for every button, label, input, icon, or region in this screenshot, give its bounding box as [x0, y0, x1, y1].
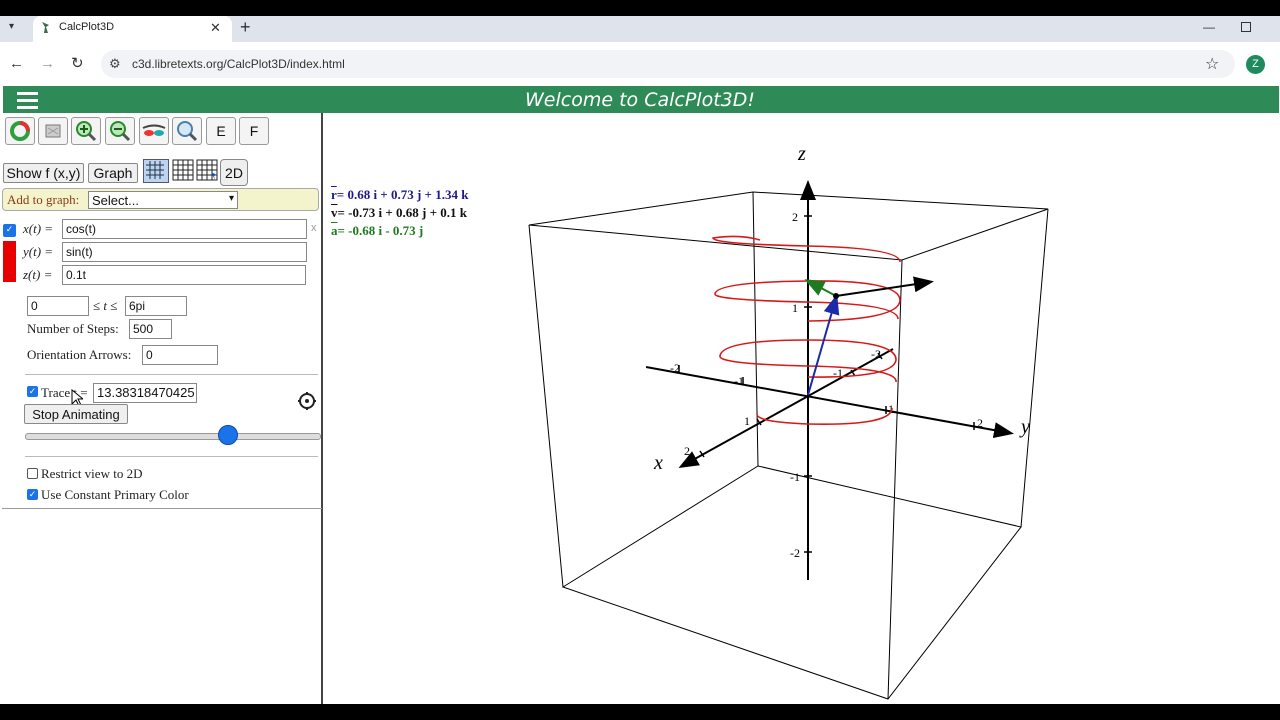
rotate-icon[interactable] — [5, 117, 35, 145]
minimize-icon[interactable]: — — [1203, 20, 1215, 34]
reload-icon[interactable]: ↻ — [71, 54, 84, 72]
curve-enable-checkbox[interactable] — [3, 224, 16, 237]
e-button[interactable]: E — [206, 117, 236, 145]
tick-label: 2 — [684, 444, 690, 458]
settings-icon[interactable] — [297, 391, 317, 416]
restrict-2d-checkbox[interactable] — [27, 468, 38, 479]
magnify-icon[interactable] — [172, 117, 202, 145]
curve-color-swatch[interactable] — [3, 241, 16, 282]
add-to-graph-select[interactable]: Select... ▾ — [88, 191, 238, 209]
back-icon[interactable]: ← — [9, 55, 24, 72]
zoom-out-icon[interactable] — [105, 117, 135, 145]
steps-label: Number of Steps: — [27, 321, 119, 336]
t-min-input[interactable]: 0 — [27, 296, 89, 316]
restore-icon[interactable] — [1241, 22, 1251, 32]
steps-input[interactable]: 500 — [129, 319, 172, 339]
grid-icon[interactable] — [172, 159, 194, 181]
divider — [25, 456, 318, 457]
acceleration-vector — [804, 279, 837, 297]
bounding-box — [528, 191, 1049, 700]
y-t-label: y(t) = — [23, 244, 54, 259]
t-max-input[interactable]: 6pi — [125, 296, 187, 316]
2d-button[interactable]: 2D — [220, 159, 248, 186]
stop-animating-button[interactable]: Stop Animating — [24, 404, 128, 424]
axes — [645, 180, 1014, 580]
position-vector — [807, 294, 840, 396]
trace-checkbox[interactable] — [27, 386, 38, 397]
trace-t-input[interactable]: 13.38318470425 — [93, 383, 197, 403]
tick-label: -1 — [790, 470, 800, 484]
x-axis-label: x — [653, 452, 663, 474]
z-t-input[interactable]: 0.1t — [62, 265, 306, 285]
tab-favicon-icon — [40, 21, 51, 34]
tick-label: -2 — [790, 546, 800, 560]
z-axis-label: z — [797, 143, 806, 165]
bottom-black-bar — [0, 704, 1280, 720]
tick-label: 1 — [744, 414, 750, 428]
bookmark-star-icon[interactable]: ☆ — [1205, 54, 1219, 74]
f-button[interactable]: F — [239, 117, 269, 145]
3d-glasses-icon[interactable] — [139, 117, 169, 145]
add-to-graph-selected: Select... — [92, 193, 139, 208]
tick-label: -2 — [670, 361, 680, 375]
grid-blue-icon[interactable] — [143, 159, 169, 183]
velocity-vector — [835, 276, 934, 297]
t-range-label: ≤ t ≤ — [93, 298, 118, 313]
x-t-label: x(t) = — [23, 221, 54, 236]
show-fxy-button[interactable]: Show f (x,y) — [3, 163, 84, 183]
t-slider-thumb[interactable] — [217, 425, 238, 445]
new-tab-icon[interactable]: + — [240, 17, 251, 38]
graph-button[interactable]: Graph — [88, 163, 138, 183]
panel-bottom-border — [2, 508, 322, 509]
tab-close-icon[interactable]: ✕ — [210, 20, 221, 36]
tick-label: 2 — [977, 416, 983, 430]
tab-title: CalcPlot3D — [59, 21, 115, 33]
tick-label: 1 — [792, 301, 798, 315]
tick-marks — [678, 215, 975, 553]
divider — [25, 374, 318, 375]
forward-icon[interactable]: → — [40, 55, 55, 72]
y-t-input[interactable]: sin(t) — [62, 242, 307, 262]
y-axis-label: y — [1019, 416, 1030, 438]
add-to-graph-label: Add to graph: — [7, 192, 80, 207]
zoom-in-icon[interactable] — [71, 117, 101, 145]
reset-view-icon[interactable] — [38, 117, 68, 145]
tick-label: 2 — [792, 210, 798, 224]
tab-search-icon[interactable]: ▾ — [9, 21, 14, 32]
x-t-input[interactable]: cos(t) — [62, 219, 307, 239]
z-t-label: z(t) = — [23, 267, 53, 282]
arrows-label: Orientation Arrows: — [27, 347, 132, 362]
chevron-down-icon: ▾ — [228, 193, 234, 204]
trace-point — [833, 293, 839, 299]
t-slider-track[interactable] — [25, 433, 321, 440]
arrows-input[interactable]: 0 — [142, 345, 218, 365]
constant-color-label: Use Constant Primary Color — [41, 487, 189, 502]
restrict-2d-label: Restrict view to 2D — [41, 466, 143, 481]
close-curve-icon[interactable]: x — [311, 222, 317, 234]
page-title: Welcome to CalcPlot3D! — [525, 89, 755, 111]
constant-color-checkbox[interactable] — [27, 489, 38, 500]
profile-avatar[interactable]: Z — [1246, 55, 1265, 74]
site-info-icon[interactable]: ⚙ — [109, 56, 121, 72]
tick-label: -1 — [734, 374, 744, 388]
grid-cursor-icon[interactable] — [196, 159, 218, 181]
top-black-bar — [0, 0, 1280, 16]
tick-label: -2 — [871, 347, 881, 361]
plot-canvas[interactable]: 2 1 -1 -2 1 2 -1 -2 1 2 -1 -2 z x y — [323, 113, 1280, 704]
url-text[interactable]: c3d.libretexts.org/CalcPlot3D/index.html — [132, 57, 345, 71]
